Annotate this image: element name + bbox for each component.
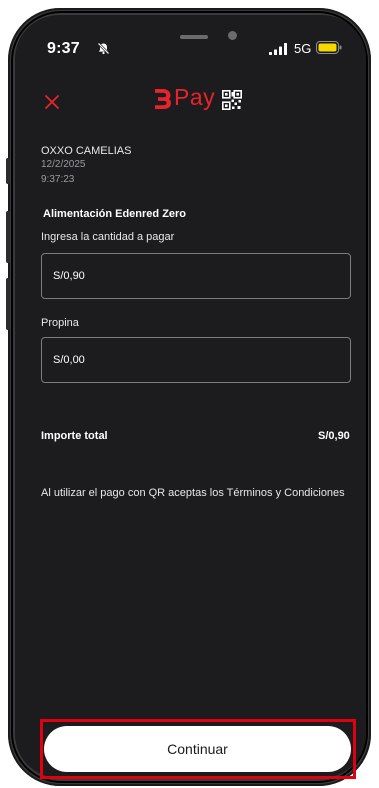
front-camera (228, 31, 237, 40)
tip-input[interactable] (41, 337, 351, 383)
card-name: Alimentación Edenred Zero (43, 208, 187, 220)
volume-up-button (6, 211, 10, 263)
brand-logo-icon (155, 89, 171, 109)
transaction-date: 12/2/2025 (41, 159, 86, 170)
total-label: Importe total (41, 430, 108, 442)
signal-icon (269, 43, 287, 55)
speaker-grille (180, 35, 208, 39)
continue-button[interactable]: Continuar (44, 726, 351, 772)
total-value: S/0,90 (318, 430, 350, 442)
network-label: 5G (294, 41, 312, 56)
terms-text[interactable]: Al utilizar el pago con QR aceptas los T… (41, 487, 345, 499)
brand-logo-text: Pay (174, 84, 216, 110)
bell-slash-icon (97, 42, 110, 55)
tip-label: Propina (41, 317, 79, 329)
merchant-name: OXXO CAMELIAS (41, 145, 132, 157)
amount-label: Ingresa la cantidad a pagar (41, 231, 175, 243)
amount-input[interactable] (41, 253, 351, 299)
battery-icon (316, 41, 342, 54)
volume-down-button (6, 278, 10, 330)
transaction-time: 9:37:23 (41, 174, 75, 185)
silent-switch (6, 158, 10, 184)
qr-code-icon[interactable] (222, 90, 242, 110)
status-time: 9:37 (47, 40, 80, 57)
close-icon[interactable] (45, 95, 59, 109)
app-screen (15, 15, 366, 778)
